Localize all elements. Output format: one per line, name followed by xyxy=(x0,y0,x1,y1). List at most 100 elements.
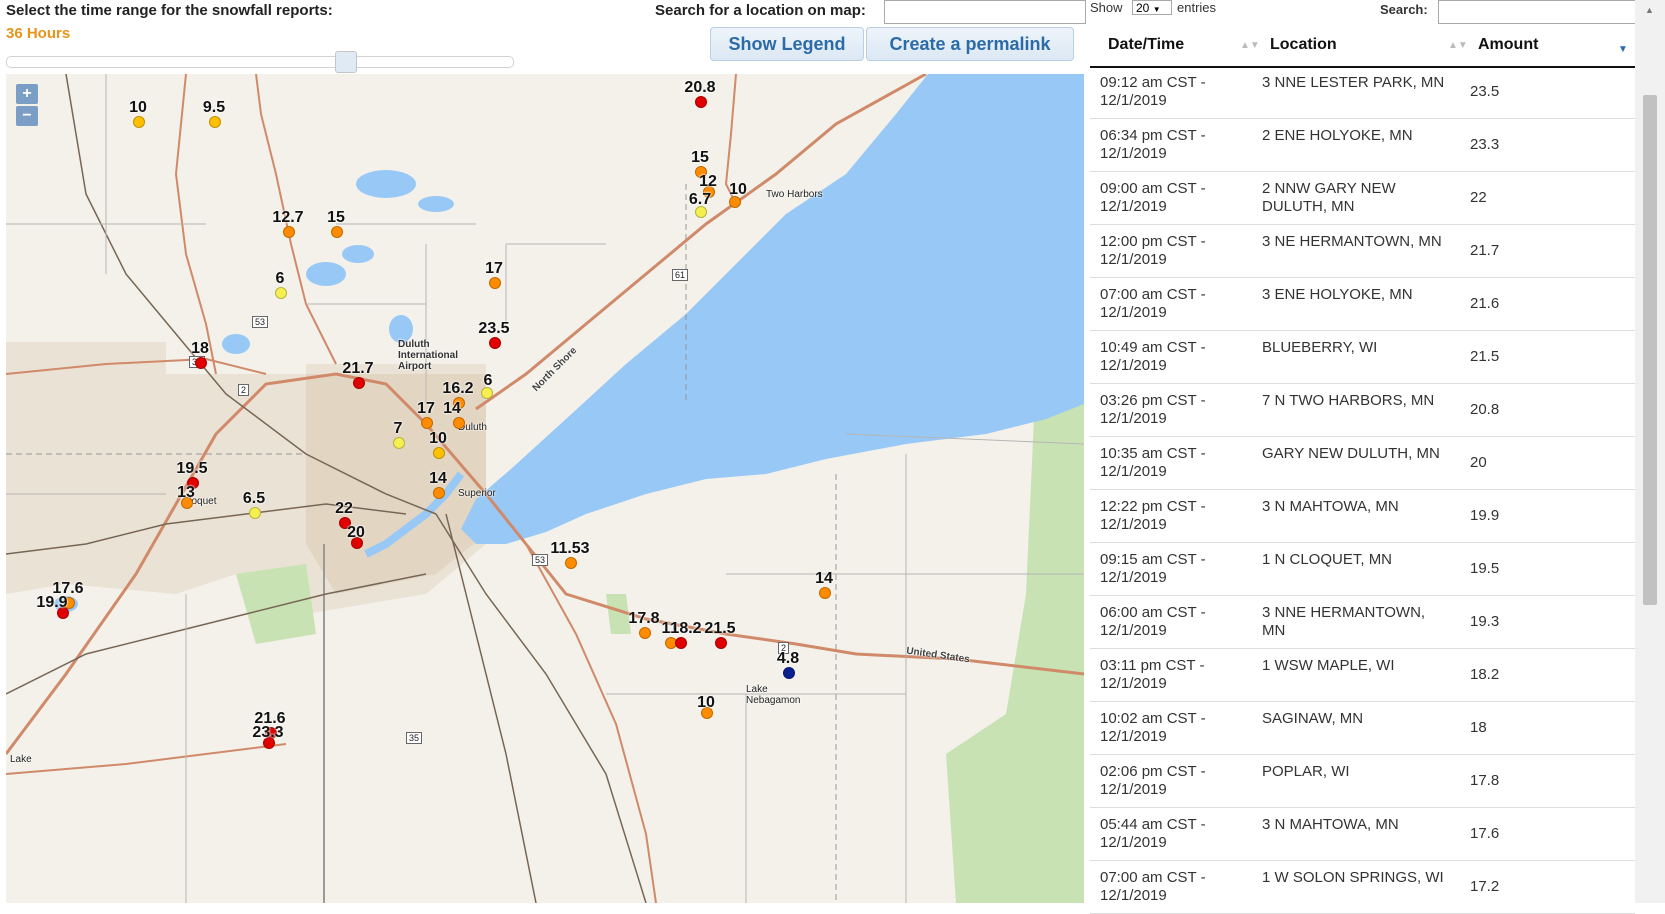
table-search-input[interactable] xyxy=(1438,0,1640,24)
table-row[interactable]: 03:11 pm CST - 12/1/2019 1 WSW MAPLE, WI 1… xyxy=(1090,649,1635,702)
entries-label: entries xyxy=(1177,0,1217,15)
time-range-slider[interactable] xyxy=(6,56,514,68)
cell-location: 1 WSW MAPLE, WI xyxy=(1262,657,1395,674)
snow-report-marker[interactable] xyxy=(249,507,261,519)
cell-datetime: 03:26 pm CST - 12/1/2019 xyxy=(1100,392,1206,427)
header-datetime[interactable]: Date/Time xyxy=(1108,36,1184,54)
snow-report-marker[interactable] xyxy=(133,116,145,128)
table-row[interactable]: 02:06 pm CST - 12/1/2019 POPLAR, WI 17.8 xyxy=(1090,755,1635,808)
snow-report-label: 12 xyxy=(699,173,717,190)
snow-report-marker[interactable] xyxy=(283,226,295,238)
cell-datetime: 02:06 pm CST - 12/1/2019 xyxy=(1100,763,1206,798)
table-row[interactable]: 07:00 am CST - 12/1/2019 3 ENE HOLYOKE, M… xyxy=(1090,278,1635,331)
cell-amount: 18.2 xyxy=(1470,666,1500,683)
cell-amount: 22 xyxy=(1470,189,1487,206)
show-legend-button[interactable]: Show Legend xyxy=(710,27,864,61)
cell-datetime: 12:00 pm CST - 12/1/2019 xyxy=(1100,233,1206,268)
scroll-thumb[interactable] xyxy=(1643,95,1657,605)
page-length-value: 20 xyxy=(1136,1,1150,15)
snow-report-marker[interactable] xyxy=(639,627,651,639)
table-row[interactable]: 10:35 am CST - 12/1/2019 GARY NEW DULUTH,… xyxy=(1090,437,1635,490)
snow-report-label: 6.7 xyxy=(688,191,712,208)
snow-report-marker[interactable] xyxy=(195,357,207,369)
chevron-down-icon: ▼ xyxy=(1152,5,1161,14)
zoom-out-button[interactable]: − xyxy=(16,106,38,126)
cell-location: 3 N MAHTOWA, MN xyxy=(1262,816,1399,833)
table-row[interactable]: 03:26 pm CST - 12/1/2019 7 N TWO HARBORS,… xyxy=(1090,384,1635,437)
snowfall-map[interactable]: + − Two Harbors Duluth International Air… xyxy=(6,74,1084,903)
table-row[interactable]: 09:15 am CST - 12/1/2019 1 N CLOQUET, MN 1… xyxy=(1090,543,1635,596)
slider-handle[interactable] xyxy=(335,51,358,73)
snow-report-marker[interactable] xyxy=(783,667,795,679)
cell-amount: 21.5 xyxy=(1470,348,1500,365)
cell-location: 3 ENE HOLYOKE, MN xyxy=(1262,286,1413,303)
permalink-button[interactable]: Create a permalink xyxy=(866,27,1074,61)
cell-datetime: 10:02 am CST - 12/1/2019 xyxy=(1100,710,1206,745)
snow-report-label: 20 xyxy=(347,524,365,541)
cell-datetime: 10:49 am CST - 12/1/2019 xyxy=(1100,339,1206,374)
snow-report-marker[interactable] xyxy=(715,637,727,649)
snow-report-marker[interactable] xyxy=(453,417,465,429)
snow-report-label: 12.7 xyxy=(272,209,304,226)
snow-report-marker[interactable] xyxy=(489,277,501,289)
cell-location: 2 NNW GARY NEW DULUTH, MN xyxy=(1262,180,1396,215)
snow-report-marker[interactable] xyxy=(275,287,287,299)
show-label: Show xyxy=(1090,0,1123,15)
snow-report-label: 23.3 xyxy=(252,724,284,741)
snow-report-label: 19.5 xyxy=(176,460,208,477)
snow-report-label: 17 xyxy=(485,260,503,277)
cell-amount: 17.6 xyxy=(1470,825,1500,842)
table-row[interactable]: 10:02 am CST - 12/1/2019 SAGINAW, MN 18 xyxy=(1090,702,1635,755)
zoom-in-button[interactable]: + xyxy=(16,84,38,104)
cell-datetime: 10:35 am CST - 12/1/2019 xyxy=(1100,445,1206,480)
table-row[interactable]: 09:12 am CST - 12/1/2019 3 NNE LESTER PAR… xyxy=(1090,66,1635,119)
cell-location: 7 N TWO HARBORS, MN xyxy=(1262,392,1435,409)
snow-report-marker[interactable] xyxy=(209,116,221,128)
scroll-up-icon[interactable]: ▲ xyxy=(1645,5,1654,15)
snow-report-marker[interactable] xyxy=(433,447,445,459)
header-amount[interactable]: Amount xyxy=(1478,36,1538,54)
cell-amount: 18 xyxy=(1470,719,1487,736)
snow-report-marker[interactable] xyxy=(695,96,707,108)
snow-report-marker[interactable] xyxy=(393,437,405,449)
cell-amount: 21.6 xyxy=(1470,295,1500,312)
table-row[interactable]: 06:34 pm CST - 12/1/2019 2 ENE HOLYOKE, M… xyxy=(1090,119,1635,172)
snow-report-label: 17.8 xyxy=(628,610,660,627)
snow-report-label: 6 xyxy=(483,372,493,389)
snow-report-marker[interactable] xyxy=(819,587,831,599)
table-row[interactable]: 05:44 am CST - 12/1/2019 3 N MAHTOWA, MN 1… xyxy=(1090,808,1635,861)
page-scrollbar[interactable]: ▲ xyxy=(1635,0,1665,903)
page-length-select[interactable]: 20 ▼ xyxy=(1132,0,1172,15)
table-row[interactable]: 09:00 am CST - 12/1/2019 2 NNW GARY NEW D… xyxy=(1090,172,1635,225)
cell-location: 3 N MAHTOWA, MN xyxy=(1262,498,1399,515)
cell-amount: 17.2 xyxy=(1470,878,1500,895)
snow-report-label: 21.5 xyxy=(704,620,736,637)
cell-datetime: 03:11 pm CST - 12/1/2019 xyxy=(1100,657,1205,692)
cell-datetime: 07:00 am CST - 12/1/2019 xyxy=(1100,286,1206,321)
cell-datetime: 09:15 am CST - 12/1/2019 xyxy=(1100,551,1206,586)
table-row[interactable]: 10:49 am CST - 12/1/2019 BLUEBERRY, WI 21.… xyxy=(1090,331,1635,384)
table-row[interactable]: 07:00 am CST - 12/1/2019 1 W SOLON SPRING… xyxy=(1090,861,1635,914)
header-location[interactable]: Location xyxy=(1270,36,1337,54)
snow-report-marker[interactable] xyxy=(433,487,445,499)
snow-report-label: 9.5 xyxy=(202,99,226,116)
snow-report-label: 23.5 xyxy=(478,320,510,337)
table-row[interactable]: 12:22 pm CST - 12/1/2019 3 N MAHTOWA, MN 1… xyxy=(1090,490,1635,543)
table-row[interactable]: 12:00 pm CST - 12/1/2019 3 NE HERMANTOWN,… xyxy=(1090,225,1635,278)
snow-report-marker[interactable] xyxy=(675,637,687,649)
sort-icon[interactable]: ▲▼ xyxy=(1240,40,1260,51)
snow-report-marker[interactable] xyxy=(565,557,577,569)
snow-report-label: 4.8 xyxy=(776,650,800,667)
table-row[interactable]: 06:00 am CST - 12/1/2019 3 NNE HERMANTOWN… xyxy=(1090,596,1635,649)
snow-report-label: 16.2 xyxy=(442,380,474,397)
snow-report-marker[interactable] xyxy=(353,377,365,389)
snow-report-label: 6.5 xyxy=(242,490,266,507)
snow-report-marker[interactable] xyxy=(331,226,343,238)
snow-report-marker[interactable] xyxy=(489,337,501,349)
sort-desc-icon[interactable]: ▼ xyxy=(1618,44,1628,55)
cell-datetime: 07:00 am CST - 12/1/2019 xyxy=(1100,869,1206,904)
map-search-input[interactable] xyxy=(884,0,1086,24)
time-range-label: Select the time range for the snowfall r… xyxy=(6,2,333,19)
sort-icon[interactable]: ▲▼ xyxy=(1448,40,1468,51)
snow-report-marker[interactable] xyxy=(421,417,433,429)
